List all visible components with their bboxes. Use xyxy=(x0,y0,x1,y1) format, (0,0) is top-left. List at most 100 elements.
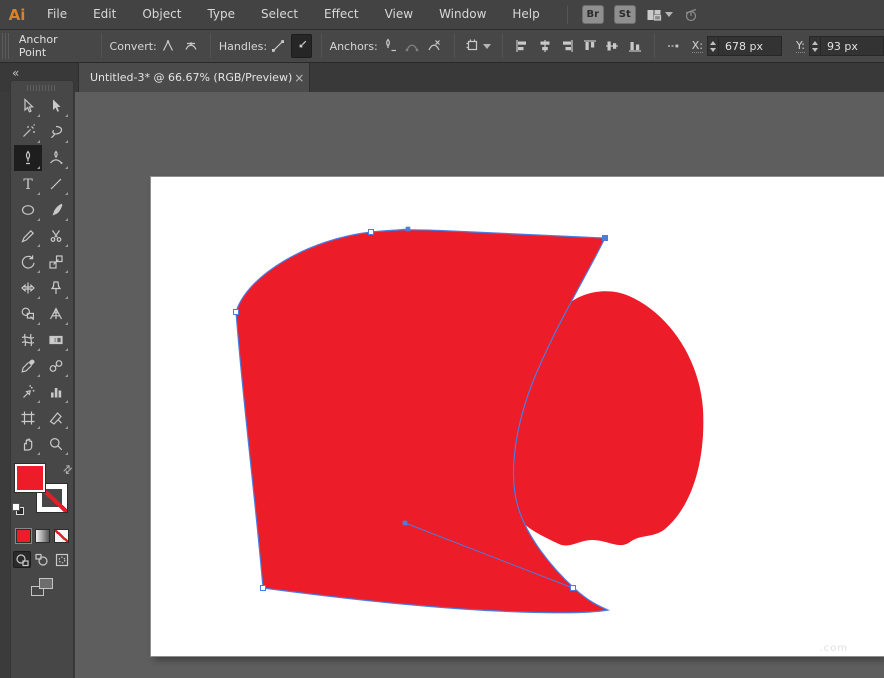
draw-behind-button[interactable] xyxy=(33,551,51,568)
tool-scissors[interactable] xyxy=(42,223,70,249)
menu-select[interactable]: Select xyxy=(248,0,311,29)
tool-perspective-grid[interactable] xyxy=(42,301,70,327)
fill-swatch-red[interactable] xyxy=(14,463,46,493)
align-vertical-center-button[interactable] xyxy=(602,34,623,58)
tool-ellipse[interactable] xyxy=(14,197,42,223)
x-label[interactable]: X: xyxy=(691,39,703,53)
tool-pencil[interactable] xyxy=(14,223,42,249)
tool-direct-selection[interactable] xyxy=(42,93,70,119)
align-left-button[interactable] xyxy=(512,34,533,58)
align-bottom-button[interactable] xyxy=(625,34,646,58)
step-down-icon xyxy=(709,47,716,52)
tool-scale[interactable] xyxy=(42,249,70,275)
svg-text:T: T xyxy=(23,177,33,192)
stock-button[interactable]: St xyxy=(613,5,636,24)
tool-width[interactable] xyxy=(14,275,42,301)
cut-path-button[interactable] xyxy=(424,34,445,58)
paint-gradient-button[interactable] xyxy=(34,529,50,543)
paint-style-row xyxy=(11,528,73,544)
menu-effect[interactable]: Effect xyxy=(311,0,372,29)
tool-slice[interactable] xyxy=(42,405,70,431)
tool-shape-builder[interactable] xyxy=(14,301,42,327)
menubar-right: Br St xyxy=(566,5,699,24)
tool-blend[interactable] xyxy=(42,353,70,379)
y-field-group: Y: xyxy=(795,36,884,56)
watermark-text: .com xyxy=(819,643,848,654)
illustrator-window: Ai File Edit Object Type Select Effect View Win… xyxy=(0,0,884,678)
controlbar-gripper[interactable] xyxy=(2,33,9,59)
align-horizontal-center-button[interactable] xyxy=(534,34,555,58)
divider xyxy=(320,34,322,58)
close-icon[interactable]: × xyxy=(292,71,306,85)
anchor-hollow xyxy=(233,309,239,315)
tool-type[interactable]: T xyxy=(14,171,42,197)
paint-color-button[interactable] xyxy=(14,528,32,544)
tool-column-graph[interactable] xyxy=(42,379,70,405)
draw-normal-button[interactable] xyxy=(13,551,31,568)
hide-handles-button[interactable] xyxy=(290,34,312,58)
artboard[interactable]: .com xyxy=(150,176,884,657)
workspace-icon xyxy=(646,7,662,23)
x-field-group: X: xyxy=(691,36,782,56)
tool-gradient[interactable] xyxy=(42,327,70,353)
tool-mesh[interactable] xyxy=(14,327,42,353)
tool-artboard[interactable] xyxy=(14,405,42,431)
convert-label: Convert: xyxy=(109,39,157,53)
menu-window[interactable]: Window xyxy=(426,0,499,29)
tool-hand[interactable] xyxy=(14,431,42,457)
show-handles-button[interactable] xyxy=(268,34,289,58)
swap-fill-stroke-icon[interactable]: ⇄ xyxy=(60,462,76,478)
anchor-hollow xyxy=(570,585,576,591)
tool-paintbrush[interactable] xyxy=(42,197,70,223)
y-input[interactable] xyxy=(819,36,884,56)
bridge-button[interactable]: Br xyxy=(581,5,604,24)
context-title: Anchor Point xyxy=(18,33,58,59)
align-top-button[interactable] xyxy=(579,34,600,58)
remove-anchors-button[interactable] xyxy=(379,34,400,58)
menu-object[interactable]: Object xyxy=(129,0,194,29)
menu-items: File Edit Object Type Select Effect View Window… xyxy=(34,0,553,29)
anchors-label: Anchors: xyxy=(329,39,378,53)
convert-to-corner-button[interactable] xyxy=(158,34,179,58)
change-screen-mode-button[interactable] xyxy=(31,578,53,596)
step-up-icon xyxy=(811,40,818,45)
tool-lasso[interactable] xyxy=(42,119,70,145)
tool-selection[interactable] xyxy=(14,93,42,119)
tool-zoom[interactable] xyxy=(42,431,70,457)
draw-inside-button[interactable] xyxy=(53,551,71,568)
x-stepper[interactable] xyxy=(706,36,718,56)
align-to-selector[interactable] xyxy=(464,34,493,58)
tool-puppet-warp[interactable] xyxy=(42,275,70,301)
tools-panel: T ⇄ xyxy=(10,80,75,678)
menubar-divider xyxy=(566,5,568,24)
divider xyxy=(654,34,656,58)
menu-edit[interactable]: Edit xyxy=(80,0,129,29)
menu-file[interactable]: File xyxy=(34,0,80,29)
fill-stroke-widget: ⇄ xyxy=(12,462,75,521)
tool-line-segment[interactable] xyxy=(42,171,70,197)
workspace-switcher[interactable] xyxy=(646,7,673,23)
menu-help[interactable]: Help xyxy=(499,0,552,29)
menu-type[interactable]: Type xyxy=(194,0,248,29)
tool-rotate[interactable] xyxy=(14,249,42,275)
y-stepper[interactable] xyxy=(808,36,820,56)
tool-symbol-sprayer[interactable] xyxy=(14,379,42,405)
divider xyxy=(209,34,211,58)
align-right-button[interactable] xyxy=(557,34,578,58)
tool-eyedropper[interactable] xyxy=(14,353,42,379)
connect-endpoints-button[interactable] xyxy=(401,34,422,58)
align-to-artboard-icon xyxy=(465,38,481,54)
menu-view[interactable]: View xyxy=(372,0,426,29)
tool-curvature[interactable] xyxy=(42,145,70,171)
tool-magic-wand[interactable] xyxy=(14,119,42,145)
panel-gripper[interactable] xyxy=(27,85,57,91)
convert-to-smooth-button[interactable] xyxy=(180,34,201,58)
y-label[interactable]: Y: xyxy=(795,39,805,53)
default-fill-stroke-icon[interactable] xyxy=(12,503,24,515)
x-input[interactable] xyxy=(717,36,782,56)
paint-none-button[interactable] xyxy=(53,529,69,543)
canvas[interactable]: .com xyxy=(75,92,884,678)
collapse-panel-button[interactable]: « xyxy=(12,66,19,80)
tool-pen[interactable] xyxy=(14,145,42,171)
document-tab[interactable]: Untitled-3* @ 66.67% (RGB/Preview) × xyxy=(78,63,310,92)
